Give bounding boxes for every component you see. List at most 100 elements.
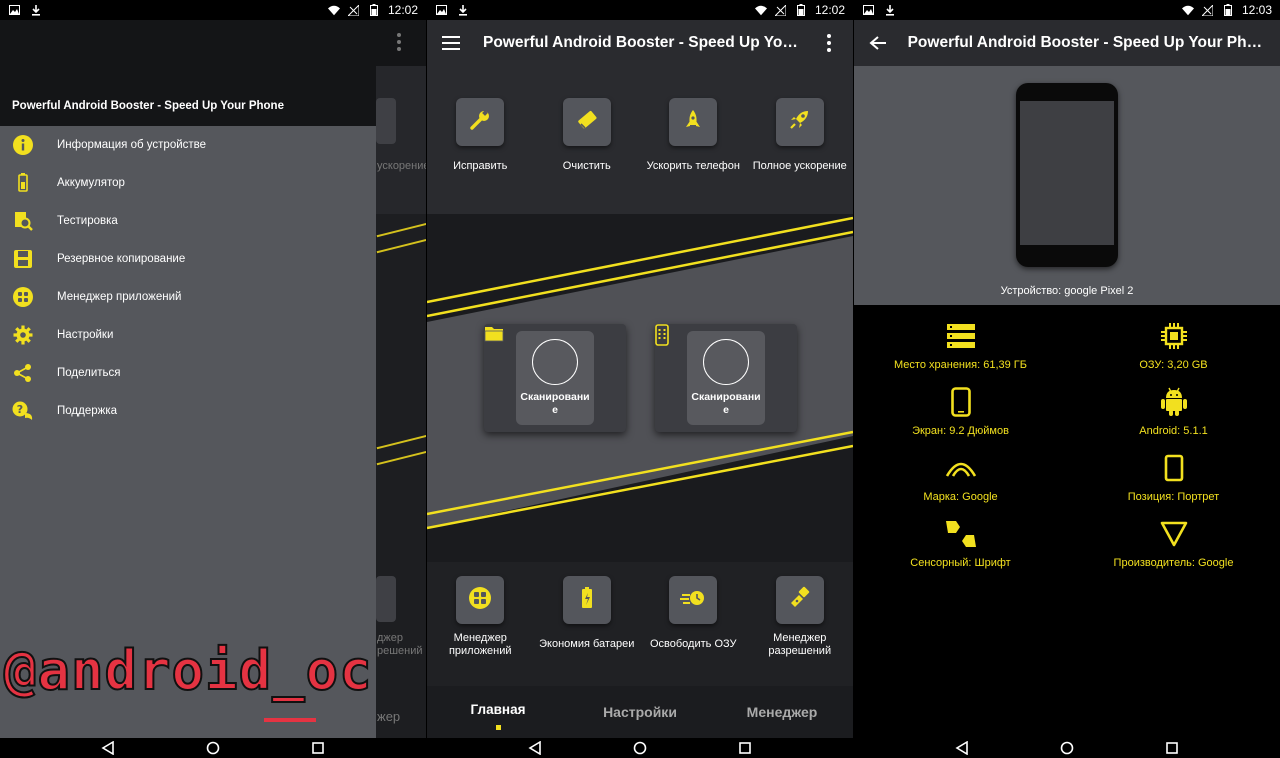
battery-icon [1222,4,1234,16]
tab-label: Главная [470,701,526,717]
status-time: 12:03 [1241,3,1272,17]
action-label: Исправить [453,160,508,172]
drawer-screen: ускорение джер решений жер 12:02 Powerfu… [0,0,426,758]
drawer-item-label: Аккумулятор [57,177,125,189]
scan-label: Сканирование [520,391,590,417]
speed-up-phone-button[interactable]: Ускорить телефон [640,66,747,214]
spec-screen: Экран: 9.2 Дюймов [854,385,1067,437]
drawer-item-share[interactable]: Поделиться [0,354,376,392]
action-label: Освободить ОЗУ [649,638,737,650]
background-label: решений [377,645,423,657]
app-manager-button[interactable]: Менеджер приложений [427,562,534,686]
tab-settings[interactable]: Настройки [569,686,711,738]
ram-icon [680,588,706,613]
clean-button[interactable]: Очистить [534,66,641,214]
tab-manager[interactable]: Менеджер [711,686,853,738]
action-tile [456,576,505,624]
status-bar: 12:03 [854,0,1280,20]
system-nav-bar [0,738,426,758]
more-vert-icon[interactable] [817,31,841,55]
battery-saver-button[interactable]: Экономия батареи [534,562,641,686]
recents-nav-icon[interactable] [1162,738,1182,758]
free-ram-button[interactable]: Освободить ОЗУ [640,562,747,686]
back-nav-icon[interactable] [952,738,972,758]
drawer-header: Powerful Android Booster - Speed Up Your… [0,20,376,126]
scan-files-button[interactable]: Сканирование [484,324,626,432]
tab-home[interactable]: Главная [427,686,569,738]
scan-apps-button[interactable]: Сканирование [655,324,797,432]
drawer-item-battery[interactable]: Аккумулятор [0,164,376,202]
battery-icon [368,4,380,16]
drawer-item-backup[interactable]: Резервное копирование [0,240,376,278]
spec-manufacturer: Производитель: Google [1067,517,1280,569]
page-title: Powerful Android Booster - Speed Up Your… [483,34,803,51]
drawer-item-label: Информация об устройстве [57,139,207,151]
spec-storage: Место хранения: 61,39 ГБ [854,319,1067,371]
action-tile [669,576,718,624]
battery-icon [795,4,807,16]
spec-grid: Место хранения: 61,39 ГБ ОЗУ: 3,20 GB Эк… [854,305,1280,738]
drawer-item-device-info[interactable]: Информация об устройстве [0,126,376,164]
action-label: Очистить [562,160,611,172]
signal-arc-icon [944,451,978,485]
spec-touch: Сенсорный: Шрифт [854,517,1067,569]
permission-manager-button[interactable]: Менеджер разрешений [747,562,854,686]
tab-label: Настройки [603,704,677,720]
home-nav-icon[interactable] [203,738,223,758]
download-icon [457,4,469,16]
recents-nav-icon[interactable] [735,738,755,758]
image-icon [8,4,20,16]
image-icon [862,4,874,16]
triangle-icon [1157,517,1191,551]
spec-ram: ОЗУ: 3,20 GB [1067,319,1280,371]
background-label: жер [377,709,401,724]
download-icon [30,4,42,16]
status-bar: 12:02 [0,0,426,20]
share-icon [12,362,34,384]
wrench-icon [468,108,492,137]
menu-icon[interactable] [439,31,463,55]
test-icon [12,210,34,232]
fix-button[interactable]: Исправить [427,66,534,214]
touch-icon [944,517,978,551]
apps-grid-icon [468,586,492,615]
action-tile [669,98,718,146]
app-toolbar: Powerful Android Booster - Speed Up Your… [854,20,1280,66]
rocket-icon [788,108,812,137]
eraser-icon [575,108,599,137]
app-toolbar: Powerful Android Booster - Speed Up Your… [427,20,853,66]
system-nav-bar [427,738,853,758]
drawer-item-settings[interactable]: Настройки [0,316,376,354]
drawer-item-support[interactable]: ? Поддержка [0,392,376,430]
wifi-icon [1181,4,1194,16]
support-icon: ? [12,400,34,422]
signal-off-icon [775,4,787,16]
status-time: 12:02 [387,3,418,17]
back-nav-icon[interactable] [525,738,545,758]
storage-icon [944,319,978,353]
scan-circle [655,324,749,385]
action-label: Менеджер разрешений [768,632,832,658]
full-boost-button[interactable]: Полное ускорение [747,66,854,214]
drawer-item-app-manager[interactable]: Менеджер приложений [0,278,376,316]
drawer-item-label: Резервное копирование [57,253,186,265]
rocket-small-icon [683,108,703,137]
background-label: джер [377,632,404,644]
drawer-item-testing[interactable]: Тестировка [0,202,376,240]
home-nav-icon[interactable] [1057,738,1077,758]
spec-label: Место хранения: 61,39 ГБ [894,359,1027,371]
signal-off-icon [1202,4,1214,16]
back-arrow-icon[interactable] [866,31,890,55]
phone-illustration [1016,83,1118,267]
info-icon [12,134,34,156]
recents-nav-icon[interactable] [308,738,328,758]
tab-active-indicator [495,725,501,730]
device-preview: Устройство: google Pixel 2 [854,66,1280,305]
top-actions: Исправить Очистить Ускорить телефон Полн… [427,66,853,214]
gear-icon [12,324,34,346]
scan-inner: Сканирование [655,324,765,425]
drawer-item-label: Поделиться [57,367,121,379]
home-nav-icon[interactable] [630,738,650,758]
scan-inner: Сканирование [484,327,594,425]
back-nav-icon[interactable] [98,738,118,758]
